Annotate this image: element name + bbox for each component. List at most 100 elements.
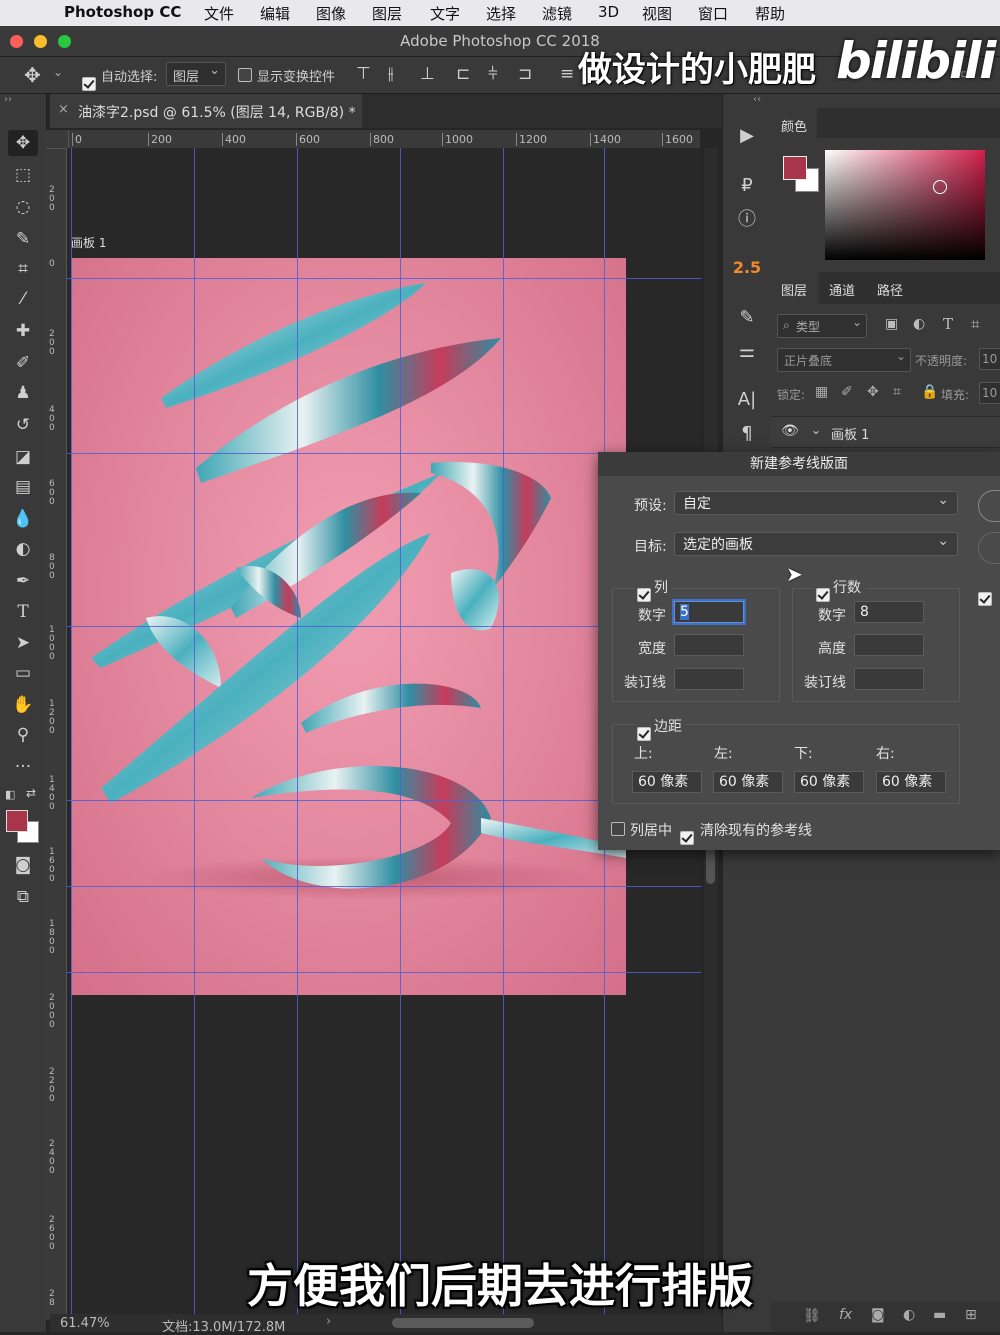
align-right-icon[interactable]: ⊐	[518, 64, 532, 84]
rows-number-input[interactable]: 8	[854, 601, 924, 623]
margin-right-input[interactable]: 60 像素	[876, 771, 946, 793]
margin-left-input[interactable]: 60 像素	[713, 771, 783, 793]
marquee-tool-icon[interactable]: ⬚	[8, 162, 38, 188]
filter-adjustment-icon[interactable]: ◐	[913, 316, 925, 332]
clone-stamp-tool-icon[interactable]: ♟	[8, 380, 38, 406]
layer-row[interactable]: 👁 ⌄ 画板 1	[771, 416, 1000, 448]
center-columns-checkbox[interactable]	[611, 821, 625, 837]
menu-file[interactable]: 文件	[204, 3, 234, 24]
history-brush-tool-icon[interactable]: ↺	[8, 412, 38, 438]
zoom-tool-icon[interactable]: ⚲	[8, 722, 38, 748]
columns-gutter-input[interactable]	[674, 668, 744, 690]
more-tools-icon[interactable]: ···	[8, 754, 38, 780]
guide-line[interactable]	[297, 148, 298, 1316]
chevron-down-icon[interactable]: ⌄	[53, 65, 63, 79]
pen-tool-icon[interactable]: ✒	[8, 568, 38, 594]
paragraph-icon[interactable]: ¶	[731, 420, 763, 448]
rows-gutter-input[interactable]	[854, 668, 924, 690]
align-top-icon[interactable]: ⊤	[356, 64, 371, 84]
rectangle-tool-icon[interactable]: ▭	[8, 660, 38, 686]
menu-3d[interactable]: 3D	[598, 3, 619, 21]
color-picker-field[interactable]	[825, 150, 985, 260]
ok-button[interactable]	[978, 490, 1000, 522]
menu-type[interactable]: 文字	[430, 3, 460, 24]
swap-colors-icon[interactable]: ⇄	[26, 786, 36, 800]
preset-dropdown[interactable]: 自定	[674, 488, 958, 515]
tab-channels[interactable]: 通道	[829, 280, 855, 299]
columns-checkbox[interactable]	[635, 578, 655, 602]
menu-filter[interactable]: 滤镜	[542, 3, 572, 24]
collapse-toolbar-icon[interactable]: ››	[4, 94, 12, 105]
filter-pixel-icon[interactable]: ▣	[885, 316, 898, 332]
dodge-tool-icon[interactable]: ◐	[8, 536, 38, 562]
guide-line[interactable]	[67, 278, 701, 279]
opacity-input[interactable]: 10	[979, 348, 1000, 370]
lock-position-icon[interactable]: ✥	[867, 384, 879, 400]
lock-all-icon[interactable]: 🔒	[921, 384, 938, 400]
eyedropper-tool-icon[interactable]: ⁄	[8, 286, 38, 312]
margin-top-input[interactable]: 60 像素	[632, 771, 702, 793]
tab-paths[interactable]: 路径	[877, 280, 903, 299]
horizontal-scrollbar-thumb[interactable]	[392, 1318, 534, 1328]
menu-app-name[interactable]: Photoshop CC	[64, 3, 181, 21]
auto-select-dropdown[interactable]: 图层 ⌄	[166, 62, 226, 86]
preview-checkbox[interactable]	[978, 582, 992, 606]
align-horizontal-center-icon[interactable]: ⫩	[488, 64, 498, 84]
paragraph-styles-icon[interactable]: ₽	[731, 172, 763, 200]
quick-select-tool-icon[interactable]: ✎	[8, 226, 38, 252]
clear-guides-checkbox[interactable]	[680, 821, 694, 845]
gradient-tool-icon[interactable]: ▤	[8, 474, 38, 500]
close-tab-icon[interactable]: ×	[58, 102, 69, 117]
brush-settings-icon[interactable]: ✎	[731, 304, 763, 332]
target-dropdown[interactable]: 选定的画板	[674, 529, 958, 556]
move-tool-preset-icon[interactable]: ✥	[24, 63, 41, 87]
guide-line[interactable]	[400, 148, 401, 1316]
collapse-panels-icon[interactable]: ‹‹	[753, 94, 761, 105]
chevron-down-icon[interactable]: ⌄	[811, 423, 821, 437]
move-tool-icon[interactable]: ✥	[8, 130, 38, 156]
quick-mask-icon[interactable]: ◙	[8, 852, 38, 878]
eraser-tool-icon[interactable]: ◪	[8, 444, 38, 470]
layer-filter-dropdown[interactable]: ⌕ 类型 ⌄	[777, 314, 867, 338]
distribute-icon[interactable]: ≡	[560, 64, 574, 84]
play-action-icon[interactable]: ▶	[731, 122, 763, 150]
adjustments-icon[interactable]: ⚌	[731, 338, 763, 366]
document-tab[interactable]: × 油漆字2.psd @ 61.5% (图层 14, RGB/8) *	[50, 94, 362, 128]
menu-layer[interactable]: 图层	[372, 3, 402, 24]
blur-tool-icon[interactable]: 💧	[8, 506, 38, 532]
menu-select[interactable]: 选择	[486, 3, 516, 24]
guide-line[interactable]	[503, 148, 504, 1316]
tab-layers[interactable]: 图层	[771, 272, 819, 304]
menu-edit[interactable]: 编辑	[260, 3, 290, 24]
brush-size-badge[interactable]: 2.5	[731, 254, 763, 282]
menu-view[interactable]: 视图	[642, 3, 672, 24]
healing-brush-tool-icon[interactable]: ✚	[8, 318, 38, 344]
foreground-color-swatch[interactable]	[6, 810, 28, 832]
status-menu-icon[interactable]: ›	[326, 1314, 331, 1329]
eye-visibility-icon[interactable]: 👁	[781, 423, 799, 439]
guide-line[interactable]	[71, 148, 72, 1316]
filter-shape-icon[interactable]: ⌗	[971, 315, 979, 333]
lock-artboard-icon[interactable]: ⌗	[893, 384, 901, 400]
menu-window[interactable]: 窗口	[698, 3, 728, 24]
type-tool-icon[interactable]: T	[8, 599, 38, 625]
info-icon[interactable]: ⓘ	[731, 206, 763, 234]
filter-type-icon[interactable]: T	[943, 315, 953, 333]
lock-paint-icon[interactable]: ✐	[841, 384, 853, 400]
guide-line[interactable]	[67, 886, 701, 887]
default-colors-icon[interactable]: ◧	[5, 788, 15, 801]
hand-tool-icon[interactable]: ✋	[8, 692, 38, 718]
artboard-label[interactable]: 画板 1	[71, 234, 106, 251]
color-picker-cursor[interactable]	[933, 180, 947, 194]
columns-number-input[interactable]: 5	[674, 601, 744, 623]
foreground-color-swatch[interactable]	[783, 156, 807, 180]
menu-help[interactable]: 帮助	[755, 3, 785, 24]
lock-transparent-icon[interactable]: ▦	[815, 384, 828, 400]
lasso-tool-icon[interactable]: ◌	[8, 194, 38, 220]
align-vertical-center-icon[interactable]: ⫲	[388, 64, 394, 84]
cancel-button[interactable]	[978, 532, 1000, 564]
rows-height-input[interactable]	[854, 634, 924, 656]
character-icon[interactable]: A|	[731, 386, 763, 414]
guide-line[interactable]	[67, 972, 701, 973]
show-transform-checkbox[interactable]	[238, 67, 252, 82]
